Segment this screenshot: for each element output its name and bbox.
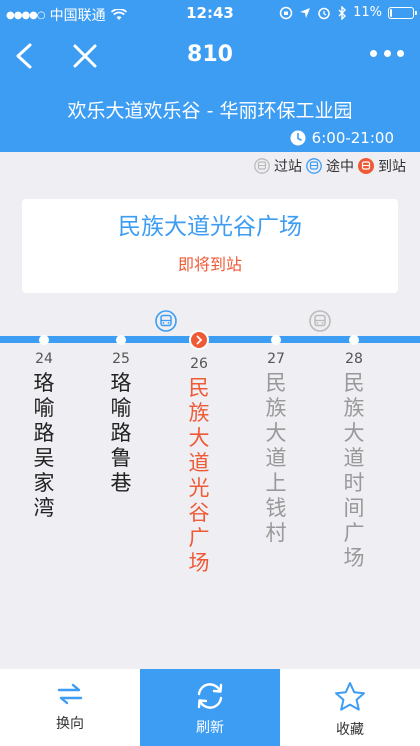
alarm-icon: [318, 7, 330, 19]
star-icon: [335, 682, 365, 711]
station-number: 28: [345, 351, 363, 367]
favorite-label: 收藏: [336, 722, 364, 738]
legend: 过站 途中 到站: [254, 156, 406, 176]
station-name: 民族大道上钱村: [265, 371, 287, 545]
station-number: 27: [267, 351, 285, 367]
battery-level: [390, 8, 393, 17]
selected-station-name: 民族大道光谷广场: [118, 214, 302, 240]
station-item[interactable]: 27 民族大道上钱村: [246, 332, 306, 546]
station-dot: [349, 335, 359, 345]
station-name: 珞喻路吴家湾: [33, 371, 55, 520]
more-icon[interactable]: [370, 50, 404, 60]
station-item-current[interactable]: 26 民族大道光谷广场: [169, 330, 229, 576]
legend-arriving: 到站: [378, 159, 406, 175]
bus-passed-icon: [309, 310, 331, 332]
refresh-icon: [197, 683, 223, 709]
bus-arriving-icon: [358, 158, 374, 174]
favorite-button[interactable]: 收藏: [280, 669, 420, 746]
swap-arrows-icon: [57, 683, 83, 705]
switch-direction-label: 换向: [56, 716, 84, 732]
legend-en-route: 途中: [326, 159, 354, 175]
header: ●●●●○ 中国联通 12:43 11% 810 欢乐大道欢乐谷 - 华丽环保工…: [0, 0, 420, 152]
station-number: 25: [112, 351, 130, 367]
location-arrow-icon: [300, 7, 311, 18]
bus-passed-icon: [254, 158, 270, 174]
station-item[interactable]: 24 珞喻路吴家湾: [14, 332, 74, 521]
station-dot: [39, 335, 49, 345]
station-item[interactable]: 28 民族大道时间广场: [324, 332, 384, 571]
station-item[interactable]: 25 珞喻路鲁巷: [91, 332, 151, 496]
station-dot: [116, 335, 126, 345]
legend-passed: 过站: [274, 159, 302, 175]
station-name: 民族大道时间广场: [343, 371, 365, 570]
station-dot: [271, 335, 281, 345]
refresh-label: 刷新: [196, 720, 224, 736]
switch-direction-button[interactable]: 换向: [0, 669, 140, 746]
nav-bar: 810: [0, 30, 420, 82]
station-number: 26: [190, 356, 208, 372]
battery-percent: 11%: [353, 5, 382, 20]
route-name: 欢乐大道欢乐谷 - 华丽环保工业园: [67, 100, 353, 122]
station-name: 民族大道光谷广场: [188, 376, 210, 575]
bus-en-route-icon: [306, 158, 322, 174]
bus-en-route-icon: [155, 310, 177, 332]
station-name: 珞喻路鲁巷: [110, 371, 132, 495]
bluetooth-icon: [338, 5, 347, 20]
page-title: 810: [187, 42, 233, 67]
current-station-marker: [189, 330, 209, 350]
operating-hours: 6:00-21:00: [290, 129, 394, 147]
arrival-status: 即将到站: [177, 255, 242, 274]
bottom-toolbar: 换向 刷新 收藏: [0, 669, 420, 746]
status-bar: ●●●●○ 中国联通 12:43 11%: [0, 0, 420, 28]
battery-icon: [388, 6, 417, 19]
hours-text: 6:00-21:00: [311, 129, 394, 147]
refresh-button[interactable]: 刷新: [140, 669, 280, 746]
chevron-right-icon: [196, 335, 203, 345]
station-number: 24: [35, 351, 53, 367]
rotation-lock-icon: [279, 6, 293, 19]
clock-icon: [290, 130, 306, 146]
station-card: 民族大道光谷广场 即将到站: [22, 199, 398, 293]
